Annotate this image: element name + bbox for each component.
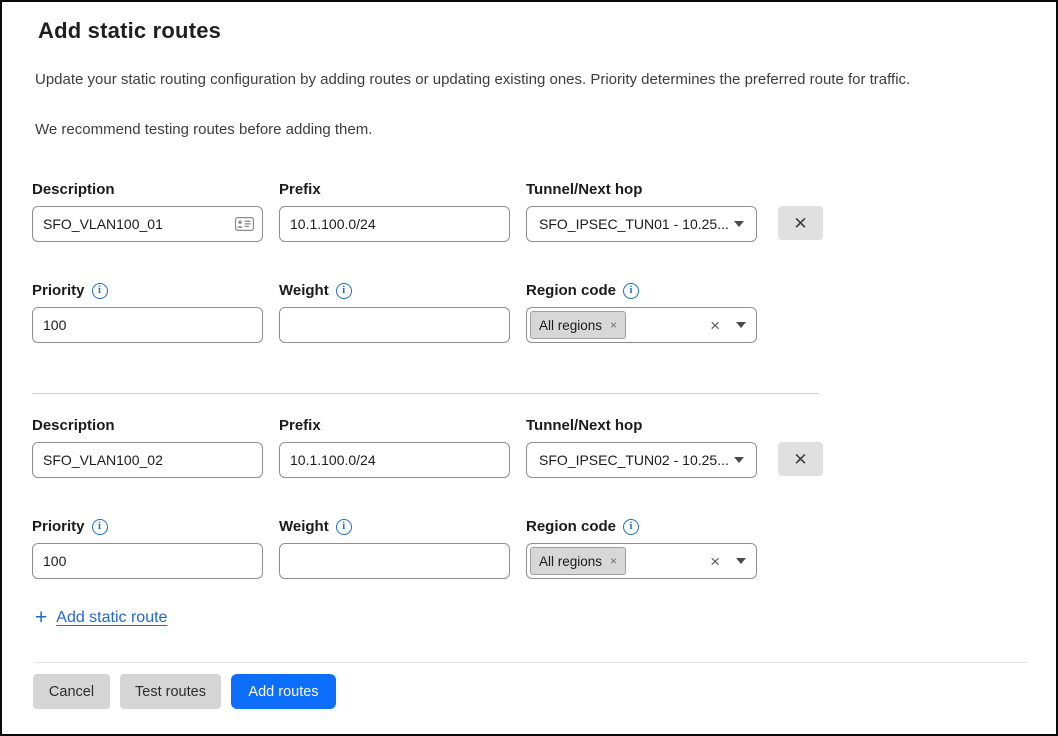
- footer-divider: [34, 662, 1028, 663]
- route-1-main-row: Description: [32, 181, 1024, 242]
- tunnel-label-text: Tunnel/Next hop: [526, 181, 642, 198]
- info-icon[interactable]: i: [336, 283, 352, 299]
- chevron-down-icon: [734, 457, 744, 463]
- region-tag: All regions ×: [530, 311, 626, 339]
- description-input[interactable]: [32, 206, 263, 242]
- route-2-options-row: Priority i Weight i: [32, 518, 1024, 579]
- cancel-button[interactable]: Cancel: [33, 674, 110, 709]
- add-routes-button[interactable]: Add routes: [231, 674, 336, 709]
- intro-line-1: Update your static routing configuration…: [35, 70, 1024, 89]
- tunnel-field-2: Tunnel/Next hop SFO_IPSEC_TUN02 - 10.25.…: [526, 417, 757, 478]
- contact-card-icon[interactable]: [235, 217, 254, 231]
- tunnel-label-text: Tunnel/Next hop: [526, 417, 642, 434]
- route-entry-2: Description Prefix Tunnel/Next hop: [32, 417, 1024, 579]
- tunnel-field-1: Tunnel/Next hop SFO_IPSEC_TUN01 - 10.25.…: [526, 181, 757, 242]
- add-static-route-link[interactable]: + Add static route: [35, 609, 167, 627]
- close-icon: ✕: [793, 451, 807, 468]
- region-label-text: Region code: [526, 518, 616, 535]
- info-icon[interactable]: i: [623, 283, 639, 299]
- prefix-field-2: Prefix: [279, 417, 510, 478]
- route-entries: Description: [32, 181, 1024, 629]
- priority-label-text: Priority: [32, 282, 85, 299]
- prefix-label-text: Prefix: [279, 181, 321, 198]
- description-input[interactable]: [32, 442, 263, 478]
- tunnel-label: Tunnel/Next hop: [526, 181, 757, 198]
- priority-field-2: Priority i: [32, 518, 263, 579]
- close-icon: ✕: [793, 215, 807, 232]
- description-label: Description: [32, 181, 263, 198]
- region-tag: All regions ×: [530, 547, 626, 575]
- dialog-frame: Add static routes Update your static rou…: [0, 0, 1058, 736]
- weight-label-text: Weight: [279, 518, 329, 535]
- description-field-2: Description: [32, 417, 263, 478]
- region-tag-label: All regions: [539, 318, 602, 333]
- priority-input[interactable]: [32, 543, 263, 579]
- route-entry-1: Description: [32, 181, 1024, 343]
- tunnel-label: Tunnel/Next hop: [526, 417, 757, 434]
- tunnel-selected-value: SFO_IPSEC_TUN02 - 10.25...: [539, 452, 729, 468]
- region-tag-label: All regions: [539, 554, 602, 569]
- description-label-text: Description: [32, 181, 115, 198]
- prefix-label: Prefix: [279, 181, 510, 198]
- dialog-footer: Cancel Test routes Add routes: [32, 662, 1024, 709]
- info-icon[interactable]: i: [92, 519, 108, 535]
- route-1-options-row: Priority i Weight i: [32, 282, 1024, 343]
- tag-remove-icon[interactable]: ×: [610, 318, 617, 332]
- tunnel-selected-value: SFO_IPSEC_TUN01 - 10.25...: [539, 216, 729, 232]
- prefix-label: Prefix: [279, 417, 510, 434]
- page-title: Add static routes: [32, 17, 1024, 45]
- weight-field-1: Weight i: [279, 282, 510, 343]
- clear-selection-icon[interactable]: ×: [710, 317, 720, 334]
- tunnel-select[interactable]: SFO_IPSEC_TUN02 - 10.25...: [526, 442, 757, 478]
- clear-selection-icon[interactable]: ×: [710, 553, 720, 570]
- weight-label: Weight i: [279, 282, 510, 299]
- weight-input[interactable]: [279, 543, 510, 579]
- priority-label-text: Priority: [32, 518, 85, 535]
- priority-input[interactable]: [32, 307, 263, 343]
- tag-remove-icon[interactable]: ×: [610, 554, 617, 568]
- description-field-1: Description: [32, 181, 263, 242]
- entry-divider: [32, 393, 819, 394]
- test-routes-button[interactable]: Test routes: [120, 674, 221, 709]
- region-label: Region code i: [526, 518, 757, 535]
- weight-input[interactable]: [279, 307, 510, 343]
- info-icon[interactable]: i: [92, 283, 108, 299]
- prefix-field-1: Prefix: [279, 181, 510, 242]
- weight-field-2: Weight i: [279, 518, 510, 579]
- remove-route-button[interactable]: ✕: [778, 442, 823, 476]
- description-label: Description: [32, 417, 263, 434]
- priority-label: Priority i: [32, 518, 263, 535]
- region-select[interactable]: All regions × ×: [526, 307, 757, 343]
- weight-label-text: Weight: [279, 282, 329, 299]
- remove-route-button[interactable]: ✕: [778, 206, 823, 240]
- priority-field-1: Priority i: [32, 282, 263, 343]
- chevron-down-icon: [734, 221, 744, 227]
- chevron-down-icon: [736, 558, 746, 564]
- intro-line-2: We recommend testing routes before addin…: [35, 120, 1024, 139]
- priority-label: Priority i: [32, 282, 263, 299]
- info-icon[interactable]: i: [336, 519, 352, 535]
- description-label-text: Description: [32, 417, 115, 434]
- add-static-route-label: Add static route: [56, 609, 167, 627]
- intro-text: Update your static routing configuration…: [32, 70, 1024, 139]
- region-label-text: Region code: [526, 282, 616, 299]
- region-field-1: Region code i All regions × ×: [526, 282, 757, 343]
- tunnel-select[interactable]: SFO_IPSEC_TUN01 - 10.25...: [526, 206, 757, 242]
- route-2-main-row: Description Prefix Tunnel/Next hop: [32, 417, 1024, 478]
- region-field-2: Region code i All regions × ×: [526, 518, 757, 579]
- region-select[interactable]: All regions × ×: [526, 543, 757, 579]
- chevron-down-icon: [736, 322, 746, 328]
- region-label: Region code i: [526, 282, 757, 299]
- prefix-input[interactable]: [279, 206, 510, 242]
- plus-icon: +: [35, 609, 47, 627]
- weight-label: Weight i: [279, 518, 510, 535]
- prefix-label-text: Prefix: [279, 417, 321, 434]
- info-icon[interactable]: i: [623, 519, 639, 535]
- prefix-input[interactable]: [279, 442, 510, 478]
